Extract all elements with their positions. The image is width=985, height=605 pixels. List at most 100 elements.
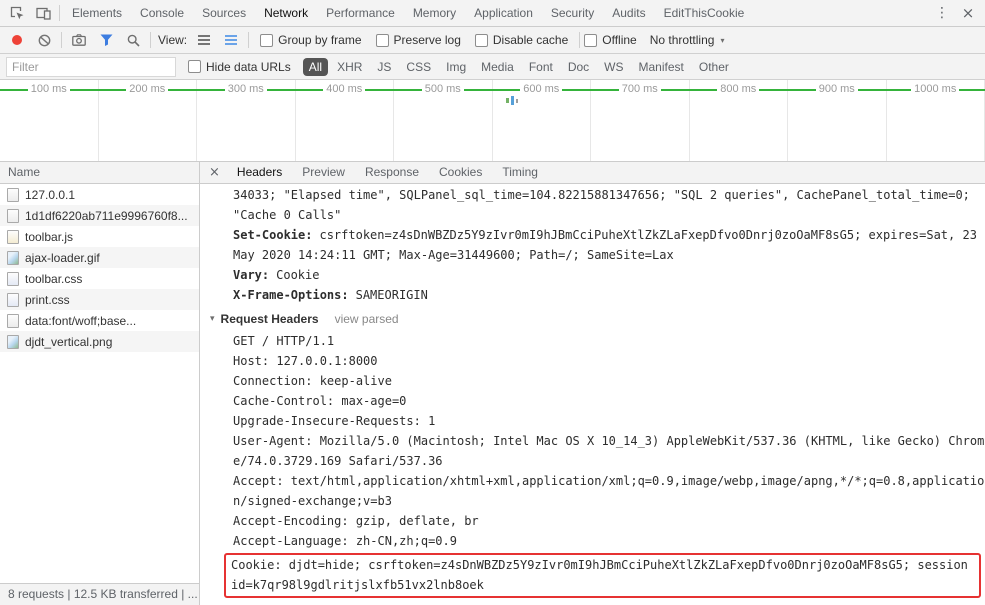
timeline-tick-label: 200 ms [126,82,169,96]
details-tab[interactable]: Cookies [429,162,492,183]
request-row[interactable]: print.css [0,289,199,310]
panel-tab[interactable]: Sources [193,0,255,26]
request-row[interactable]: 1d1df6220ab711e9996760f8... [0,205,199,226]
network-overview[interactable]: 100 ms 200 ms 300 ms 400 ms 500 ms 600 m… [0,80,985,162]
file-icon [7,208,19,223]
details-tab-bar: × Headers Preview Response Cookies Timing [200,162,985,184]
resource-type-filter[interactable]: WS [598,58,629,76]
checkbox-box [584,33,598,47]
network-summary-bar: 8 requests | 12.5 KB transferred | ... [0,583,199,605]
search-icon[interactable] [120,28,146,52]
throttling-select[interactable]: No throttling ▾ [650,33,725,47]
file-icon [7,313,19,328]
timeline-segment: 400 ms [296,80,394,161]
resource-type-filter[interactable]: All [302,57,329,76]
request-header-line: Accept-Language: zh-CN,zh;q=0.9 [233,534,457,548]
timeline-tick-label: 700 ms [618,82,661,96]
details-tab[interactable]: Response [355,162,429,183]
checkbox-box [188,60,201,73]
panel-tab[interactable]: Memory [404,0,465,26]
timeline-segment: 200 ms [99,80,197,161]
request-name: djdt_vertical.png [25,334,113,349]
response-header-line: Set-Cookie: csrftoken=z4sDnWBZDz5Y9zIvr0m… [233,225,985,265]
close-devtools-icon[interactable]: × [955,1,981,25]
close-details-icon[interactable]: × [200,165,227,180]
separator [61,32,62,48]
panel-tab[interactable]: Console [131,0,193,26]
panel-tab[interactable]: Security [542,0,603,26]
resource-type-filter[interactable]: Media [475,58,520,76]
overview-request-mark [511,96,514,105]
resource-type-filter[interactable]: JS [371,58,397,76]
details-tab[interactable]: Preview [292,162,355,183]
filter-funnel-icon[interactable] [93,28,119,52]
resource-type-filter[interactable]: CSS [400,58,437,76]
request-header-line: GET / HTTP/1.1 [233,334,335,348]
response-headers-list: Set-Cookie: csrftoken=z4sDnWBZDz5Y9zIvr0m… [233,225,985,305]
file-icon [7,271,19,286]
panel-tab[interactable]: Audits [603,0,654,26]
resource-type-filter[interactable]: Manifest [633,58,690,76]
disclosure-triangle-icon[interactable]: ▾ [210,314,215,324]
header-value: Cookie [276,268,320,282]
panel-tab[interactable]: EditThisCookie [655,0,754,26]
toolbar-checkbox[interactable]: Disable cache [474,33,568,47]
header-value: csrftoken=z4sDnWBZDz5Y9zIvr0mI9hJBmCciPu… [233,228,977,262]
inspect-element-icon[interactable] [4,1,30,25]
details-tab[interactable]: Headers [227,162,292,183]
overview-view-bars [225,35,238,45]
requests-list: 127.0.0.1 1d1df6220ab711e9996760f8... to… [0,184,199,352]
clear-network-log-icon[interactable] [31,28,57,52]
offline-checkbox[interactable]: Offline [584,33,637,47]
kebab-menu-icon[interactable]: ⋮ [929,1,955,25]
view-parsed-link[interactable]: view parsed [335,312,399,326]
network-toolbar: View: Group by frame Preserve log Disabl… [0,27,985,54]
request-name: 127.0.0.1 [25,187,76,202]
filter-input[interactable] [6,56,176,77]
request-row[interactable]: data:font/woff;base... [0,310,199,331]
resource-type-filter[interactable]: Other [693,58,735,76]
name-column-header[interactable]: Name [0,162,199,184]
screenshot-capture-icon[interactable] [66,28,92,52]
devtools-network-panel: { "colors": { "overview_line_green": "#3… [0,0,985,605]
panel-tabs: Elements Console Sources Network Performance… [63,0,753,26]
request-row[interactable]: toolbar.css [0,268,199,289]
panel-tab[interactable]: Elements [63,0,131,26]
cookie-highlight-box: Cookie: djdt=hide; csrftoken=z4sDnWBZDz5… [224,553,981,598]
request-row[interactable]: djdt_vertical.png [0,331,199,352]
record-network-log-icon[interactable] [4,28,30,52]
request-header-line: User-Agent: Mozilla/5.0 (Macintosh; Inte… [233,434,985,468]
separator [579,32,581,48]
panel-tab[interactable]: Application [465,0,542,26]
timeline-segment: 700 ms [591,80,690,161]
panel-tab[interactable]: Network [255,0,317,26]
resource-type-filters: All XHR JS CSS Img Media Font Doc WS Manifest Othe… [302,57,735,76]
request-row[interactable]: toolbar.js [0,226,199,247]
checkbox-label: Group by frame [278,33,362,47]
request-row[interactable]: ajax-loader.gif [0,247,199,268]
raw-request-headers: GET / HTTP/1.1 Host: 127.0.0.1:8000 Connec… [233,331,985,551]
toolbar-checkbox[interactable]: Preserve log [375,33,461,47]
timeline-segment: 600 ms [493,80,591,161]
resource-type-filter[interactable]: Img [440,58,472,76]
details-tab[interactable]: Timing [492,162,548,183]
header-name: Set-Cookie: [233,228,313,242]
request-name: data:font/woff;base... [25,313,137,328]
headers-content: 34033; "Elapsed time", SQLPanel_sql_time… [200,184,985,605]
checkbox-label: Offline [602,33,637,47]
hide-data-urls-checkbox[interactable]: Hide data URLs [188,60,291,74]
resource-type-filter[interactable]: Doc [562,58,595,76]
overview-toggle-icon[interactable] [218,28,244,52]
request-header-line: Upgrade-Insecure-Requests: 1 [233,414,436,428]
timeline-tick-label: 100 ms [27,82,70,96]
resource-type-filter[interactable]: Font [523,58,559,76]
timeline-ruler: 100 ms 200 ms 300 ms 400 ms 500 ms 600 m… [0,80,985,161]
device-toolbar-icon[interactable] [30,1,56,25]
request-header-line: Accept: text/html,application/xhtml+xml,… [233,474,985,508]
toolbar-checkbox[interactable]: Group by frame [260,33,362,47]
small-request-rows-icon[interactable] [191,28,217,52]
resource-type-filter[interactable]: XHR [331,58,368,76]
checkbox-label: Hide data URLs [206,59,291,74]
panel-tab[interactable]: Performance [317,0,404,26]
request-row[interactable]: 127.0.0.1 [0,184,199,205]
